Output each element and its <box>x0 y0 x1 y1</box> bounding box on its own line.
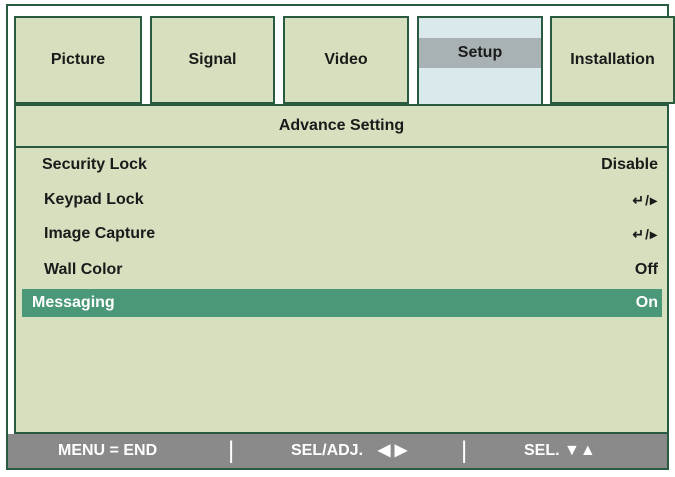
row-label: Wall Color <box>44 261 123 278</box>
tab-video[interactable]: Video <box>283 16 409 104</box>
tab-signal[interactable]: Signal <box>150 16 275 104</box>
row-value: Disable <box>601 156 658 173</box>
osd-menu: Picture Signal Video Setup Installation … <box>6 4 675 470</box>
tab-label: Signal <box>188 51 237 68</box>
advance-setting-panel: Advance Setting Security Lock Disable Ke… <box>14 104 669 434</box>
footer-separator: | <box>228 437 235 464</box>
left-right-arrows-icon: ◀ ▶ <box>378 442 408 459</box>
tab-bar: Picture Signal Video Setup Installation <box>14 16 675 108</box>
enter-arrow-icon: ↵/▸ <box>632 192 658 208</box>
row-value: On <box>635 294 658 311</box>
row-value: Off <box>634 261 658 278</box>
footer-hint-bar: MENU = END | SEL/ADJ. ◀ ▶ | SEL. ▼▲ <box>8 434 667 468</box>
tab-installation[interactable]: Installation <box>550 16 675 104</box>
tab-setup[interactable]: Setup <box>417 16 543 108</box>
sel-adj-hint: SEL/ADJ. <box>291 442 364 459</box>
down-up-arrows-icon: ▼▲ <box>564 442 596 459</box>
row-label: Keypad Lock <box>44 191 144 208</box>
menu-row-image-capture[interactable]: Image Capture ↵/▸ <box>22 220 662 248</box>
footer-separator: | <box>461 437 468 464</box>
tab-label: Installation <box>570 51 655 68</box>
tab-picture[interactable]: Picture <box>14 16 142 104</box>
menu-row-wall-color[interactable]: Wall Color Off <box>22 256 662 284</box>
menu-row-messaging[interactable]: Messaging On <box>22 289 662 317</box>
row-label: Security Lock <box>42 156 147 173</box>
tab-label: Video <box>324 51 368 68</box>
menu-row-security-lock[interactable]: Security Lock Disable <box>22 151 662 179</box>
row-label: Image Capture <box>44 225 156 242</box>
tab-label: Setup <box>419 38 541 68</box>
enter-arrow-icon: ↵/▸ <box>632 226 658 242</box>
panel-title: Advance Setting <box>16 106 667 148</box>
sel-hint: SEL. <box>524 442 560 459</box>
row-label: Messaging <box>32 294 115 311</box>
menu-end-hint: MENU = END <box>58 442 158 459</box>
menu-row-keypad-lock[interactable]: Keypad Lock ↵/▸ <box>22 186 662 214</box>
tab-label: Picture <box>50 51 106 68</box>
